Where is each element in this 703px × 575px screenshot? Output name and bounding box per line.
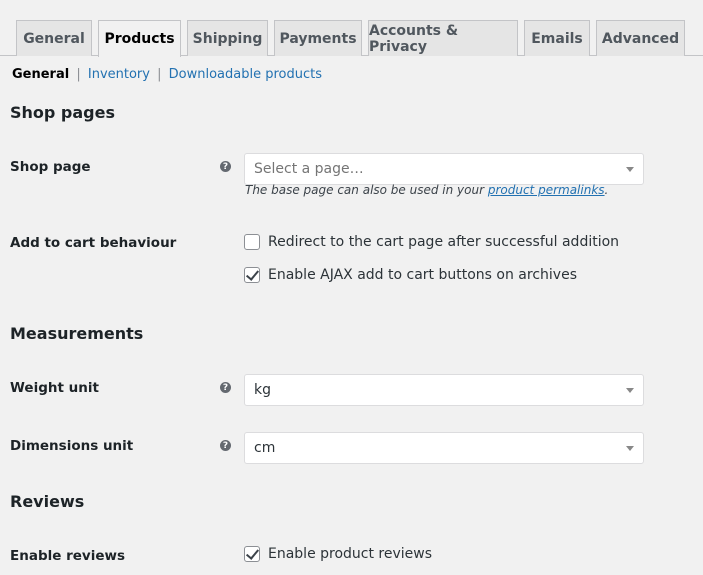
subnav-downloadable-products[interactable]: Downloadable products xyxy=(169,67,322,82)
tab-accounts-privacy[interactable]: Accounts & Privacy xyxy=(368,20,518,56)
dimensions-unit-select[interactable]: cm xyxy=(244,432,644,464)
shop-page-placeholder: Select a page… xyxy=(254,161,364,177)
tab-products[interactable]: Products xyxy=(98,20,181,57)
ajax-add-to-cart-option[interactable]: Enable AJAX add to cart buttons on archi… xyxy=(244,266,577,284)
redirect-to-cart-checkbox[interactable] xyxy=(244,234,260,250)
tab-shipping[interactable]: Shipping xyxy=(187,20,268,56)
redirect-to-cart-label: Redirect to the cart page after successf… xyxy=(268,234,620,250)
help-icon[interactable]: ? xyxy=(220,440,231,451)
chevron-down-icon xyxy=(626,167,634,172)
add-to-cart-label: Add to cart behaviour xyxy=(10,235,177,251)
shop-page-select[interactable]: Select a page… xyxy=(244,153,644,185)
shop-page-description-text: The base page can also be used in your xyxy=(245,183,488,197)
dimensions-unit-label: Dimensions unit xyxy=(10,438,134,454)
tab-emails[interactable]: Emails xyxy=(524,20,590,56)
ajax-add-to-cart-checkbox[interactable] xyxy=(244,267,260,283)
dimensions-unit-value: cm xyxy=(254,440,276,456)
enable-product-reviews-label: Enable product reviews xyxy=(268,546,433,562)
subnav-separator: | xyxy=(76,67,81,82)
shop-page-description-end: . xyxy=(604,183,609,197)
subnav-inventory[interactable]: Inventory xyxy=(88,67,150,82)
weight-unit-select[interactable]: kg xyxy=(244,374,644,406)
ajax-add-to-cart-label: Enable AJAX add to cart buttons on archi… xyxy=(268,267,577,283)
tab-general[interactable]: General xyxy=(16,20,92,56)
product-permalinks-link[interactable]: product permalinks xyxy=(488,183,605,197)
help-icon[interactable]: ? xyxy=(220,161,231,172)
tab-payments[interactable]: Payments xyxy=(274,20,362,56)
shop-page-description: The base page can also be used in your p… xyxy=(245,183,608,197)
enable-product-reviews-option[interactable]: Enable product reviews xyxy=(244,545,432,563)
chevron-down-icon xyxy=(626,446,634,451)
weight-unit-value: kg xyxy=(254,382,271,398)
section-heading-measurements: Measurements xyxy=(10,324,144,343)
weight-unit-label: Weight unit xyxy=(10,380,99,396)
subnav-general[interactable]: General xyxy=(12,67,69,82)
settings-tab-bar: General Products Shipping Payments Accou… xyxy=(0,0,703,57)
section-heading-shop-pages: Shop pages xyxy=(10,103,116,122)
tab-advanced[interactable]: Advanced xyxy=(596,20,685,56)
shop-page-label: Shop page xyxy=(10,159,91,175)
section-subnav: General | Inventory | Downloadable produ… xyxy=(12,67,322,82)
help-icon[interactable]: ? xyxy=(220,382,231,393)
redirect-to-cart-option[interactable]: Redirect to the cart page after successf… xyxy=(244,233,619,251)
enable-product-reviews-checkbox[interactable] xyxy=(244,546,260,562)
section-heading-reviews: Reviews xyxy=(10,492,85,511)
subnav-separator: | xyxy=(157,67,162,82)
chevron-down-icon xyxy=(626,388,634,393)
enable-reviews-label: Enable reviews xyxy=(10,548,125,564)
